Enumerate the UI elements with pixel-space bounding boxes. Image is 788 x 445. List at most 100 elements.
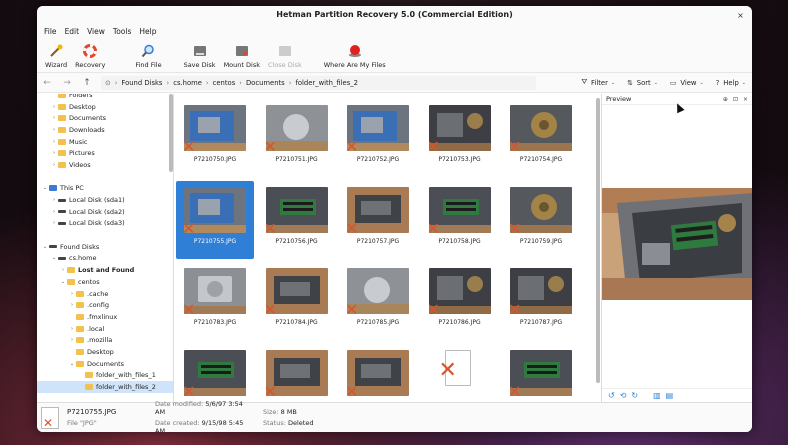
close-icon[interactable]: ×: [743, 96, 748, 103]
chevron-right-icon[interactable]: ›: [50, 197, 58, 203]
pin-icon[interactable]: ⊕: [723, 96, 728, 103]
tree-item[interactable]: › Pictures: [37, 147, 173, 159]
rotate-left-icon[interactable]: ↺: [608, 391, 615, 400]
chevron-right-icon[interactable]: ›: [68, 302, 76, 308]
file-item[interactable]: ✕ P7210786.JPG: [421, 262, 499, 340]
chevron-down-icon[interactable]: ⌄: [59, 279, 67, 285]
chevron-right-icon[interactable]: ›: [50, 115, 58, 121]
menu-item-file[interactable]: File: [40, 25, 61, 39]
file-item[interactable]: ✕: [421, 344, 499, 403]
file-item[interactable]: ✕ P7210755.JPG: [176, 180, 254, 259]
chevron-right-icon[interactable]: ›: [50, 127, 58, 133]
file-item[interactable]: ✕: [339, 344, 417, 403]
file-item[interactable]: ✕ P7210752.JPG: [339, 99, 417, 177]
breadcrumb-item[interactable]: Documents: [246, 79, 285, 87]
reset-icon[interactable]: ⟲: [620, 391, 627, 400]
tree-item[interactable]: Desktop: [37, 346, 173, 358]
tree-item[interactable]: › Downloads: [37, 124, 173, 136]
help-button[interactable]: ? Help ⌄: [716, 78, 746, 87]
file-item[interactable]: ✕ P7210751.JPG: [258, 99, 336, 177]
file-item[interactable]: ✕ P7210759.JPG: [502, 181, 580, 259]
tree-item[interactable]: › .cache: [37, 288, 173, 300]
file-item[interactable]: ✕: [258, 344, 336, 403]
breadcrumb-item[interactable]: folder_with_files_2: [295, 79, 358, 87]
list-icon[interactable]: ▤: [666, 391, 674, 400]
close-icon[interactable]: ×: [734, 9, 747, 22]
breadcrumb[interactable]: ⊙ › Found Disks › cs.home › centos › Documents › f…: [101, 75, 536, 90]
breadcrumb-item[interactable]: Found Disks: [121, 79, 162, 87]
chevron-right-icon[interactable]: ›: [50, 150, 58, 156]
chevron-right-icon[interactable]: ›: [68, 326, 76, 332]
menu-item-view[interactable]: View: [83, 25, 109, 39]
menu-item-help[interactable]: Help: [135, 25, 160, 39]
tree-item[interactable]: ⌄ centos: [37, 276, 173, 288]
breadcrumb-item[interactable]: centos: [213, 79, 236, 87]
sort-button[interactable]: ⇅ Sort ⌄: [627, 78, 658, 87]
tree-item[interactable]: › Desktop: [37, 101, 173, 113]
file-item[interactable]: ✕ P7210756.JPG: [258, 181, 336, 259]
forward-icon[interactable]: →: [57, 78, 77, 88]
view-button[interactable]: ▭ View ⌄: [670, 78, 704, 87]
tree-item[interactable]: › Local Disk (sda2): [37, 206, 173, 218]
up-icon[interactable]: ↑: [77, 78, 97, 88]
file-item[interactable]: ✕ P7210750.JPG: [176, 99, 254, 177]
file-item[interactable]: ✕ P7210785.JPG: [339, 262, 417, 340]
chevron-right-icon[interactable]: ›: [50, 209, 58, 215]
file-item[interactable]: ✕ P7210753.JPG: [421, 99, 499, 177]
mount-disk-label: Mount Disk: [223, 61, 260, 69]
file-item[interactable]: ✕: [502, 344, 580, 403]
mount-disk-button[interactable]: Mount Disk: [220, 38, 264, 72]
recovery-button[interactable]: Recovery: [71, 38, 109, 72]
tree-item[interactable]: › Documents: [37, 112, 173, 124]
chevron-right-icon[interactable]: ›: [50, 162, 58, 168]
tree-item[interactable]: › Local Disk (sda3): [37, 218, 173, 230]
chevron-down-icon[interactable]: ⌄: [68, 361, 76, 367]
float-icon[interactable]: ⊡: [733, 96, 738, 103]
file-item[interactable]: ✕ P7210757.JPG: [339, 181, 417, 259]
tree-item[interactable]: › .local: [37, 323, 173, 335]
menu-item-edit[interactable]: Edit: [61, 25, 84, 39]
tree-item[interactable]: › .mozilla: [37, 334, 173, 346]
breadcrumb-item[interactable]: cs.home: [173, 79, 202, 87]
chevron-right-icon[interactable]: ›: [68, 337, 76, 343]
fit-icon[interactable]: ▥: [653, 391, 661, 400]
tree-item[interactable]: ⌄ cs.home: [37, 253, 173, 265]
chevron-down-icon[interactable]: ⌄: [41, 244, 49, 250]
where-are-my-files-button[interactable]: Where Are My Files: [320, 38, 390, 72]
file-item[interactable]: ✕ P7210783.JPG: [176, 262, 254, 340]
tree-item[interactable]: folder_with_files_1: [37, 370, 173, 382]
chevron-down-icon[interactable]: ⌄: [41, 185, 49, 191]
tree-item[interactable]: ⌄ Found Disks: [37, 241, 173, 253]
tree-item[interactable]: Folders: [37, 94, 173, 101]
tree-item[interactable]: › Music: [37, 136, 173, 148]
file-item[interactable]: ✕ P7210754.JPG: [502, 99, 580, 177]
chevron-right-icon[interactable]: ›: [59, 267, 67, 273]
file-item[interactable]: ✕ P7210758.JPG: [421, 181, 499, 259]
file-thumbnail: ✕: [347, 349, 409, 396]
file-item[interactable]: ✕ P7210784.JPG: [258, 262, 336, 340]
find-file-button[interactable]: Find File: [131, 38, 165, 72]
chevron-right-icon[interactable]: ›: [68, 291, 76, 297]
tree-item[interactable]: ⌄ This PC: [37, 183, 173, 195]
menu-item-tools[interactable]: Tools: [109, 25, 135, 39]
tree-item[interactable]: › .config: [37, 299, 173, 311]
file-item[interactable]: ✕: [176, 344, 254, 403]
tree-item[interactable]: folder_with_files_2: [37, 381, 173, 393]
filter-button[interactable]: ⛛ Filter ⌄: [581, 78, 615, 87]
tree-item[interactable]: › Videos: [37, 159, 173, 171]
save-disk-button[interactable]: Save Disk: [180, 38, 220, 72]
chevron-right-icon[interactable]: ›: [50, 220, 58, 226]
tree-item[interactable]: › Local Disk (sda1): [37, 194, 173, 206]
rotate-right-icon[interactable]: ↻: [631, 391, 638, 400]
grid-scrollbar[interactable]: [596, 98, 600, 383]
file-item[interactable]: ✕ P7210787.JPG: [502, 262, 580, 340]
tree-item[interactable]: ⌄ Documents: [37, 358, 173, 370]
tree-item[interactable]: › Lost and Found: [37, 264, 173, 276]
wizard-button[interactable]: Wizard: [41, 38, 71, 72]
tree-scrollbar[interactable]: [169, 94, 173, 172]
chevron-right-icon[interactable]: ›: [50, 139, 58, 145]
tree-item[interactable]: .fmxlinux: [37, 311, 173, 323]
back-icon[interactable]: ←: [37, 78, 57, 88]
chevron-right-icon[interactable]: ›: [50, 104, 58, 110]
chevron-down-icon[interactable]: ⌄: [50, 255, 58, 261]
